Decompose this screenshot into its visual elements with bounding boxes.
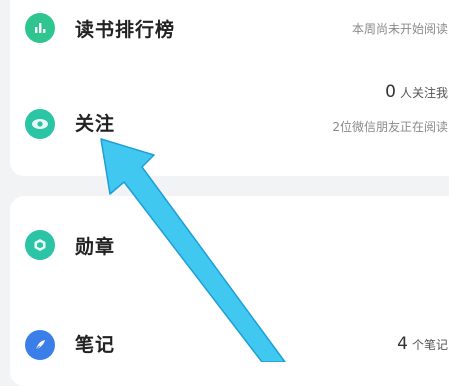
feather-icon [25,330,55,360]
stats-card-bottom: 勋章 笔记 4 个笔记 [10,196,449,386]
follow-title: 关注 [75,113,116,135]
notes-row[interactable]: 笔记 4 个笔记 [10,314,449,374]
reading-rank-title: 读书排行榜 [75,19,176,41]
reading-rank-status: 本周尚未开始阅读 [351,22,448,36]
stats-card-top: 读书排行榜 本周尚未开始阅读 关注 0 人关注我 2位微信朋友正在阅读 [10,0,449,176]
notes-count: 4 [397,334,408,354]
reading-rank-row[interactable]: 读书排行榜 本周尚未开始阅读 [10,0,449,60]
medals-row[interactable]: 勋章 [10,214,449,274]
notes-count-label: 个笔记 [411,338,448,352]
medal-icon [25,230,55,260]
medals-title: 勋章 [75,236,116,258]
follow-count-line: 0 人关注我 [385,82,448,102]
notes-title: 笔记 [75,334,116,356]
bar-chart-icon [25,13,55,43]
notes-count-line: 4 个笔记 [397,334,448,354]
follower-count: 0 [385,82,396,102]
friends-reading-text: 2位微信朋友正在阅读 [332,120,448,134]
eye-icon [25,109,55,139]
follower-count-label: 人关注我 [399,86,448,100]
follow-row[interactable]: 关注 0 人关注我 2位微信朋友正在阅读 [10,82,449,156]
